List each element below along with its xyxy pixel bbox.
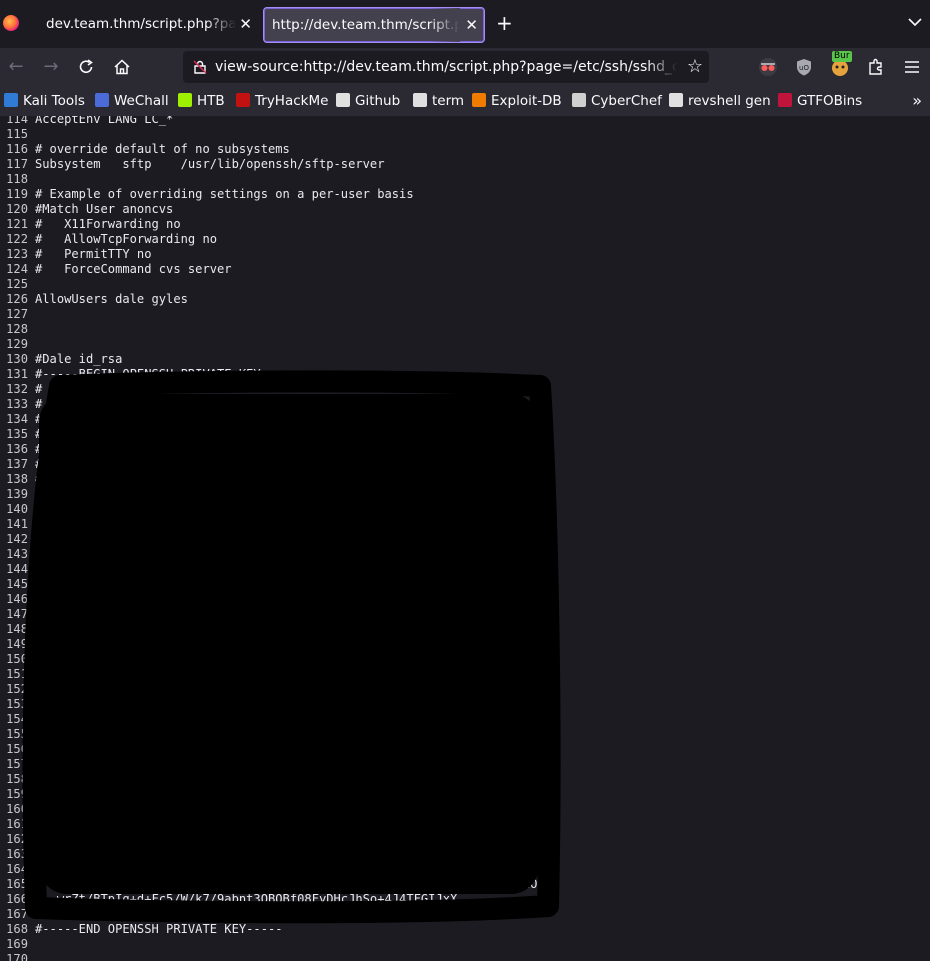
chevron-down-icon[interactable]: [906, 13, 924, 31]
bookmark-wechall[interactable]: WeChall: [95, 86, 169, 116]
tab-passwd[interactable]: dev.team.thm/script.php?page=/etc/passwd…: [28, 6, 258, 42]
htb-icon: [178, 93, 192, 107]
bookmark-gtfobins[interactable]: GTFOBins: [778, 86, 862, 116]
close-tab-icon[interactable]: ✕: [465, 8, 478, 42]
bookmarks-overflow-icon[interactable]: »: [912, 91, 922, 110]
cyberchef-icon: [572, 93, 586, 107]
bookmark-label: TryHackMe: [255, 93, 329, 109]
new-tab-button[interactable]: +: [496, 11, 513, 35]
redaction-scribble: [22, 370, 561, 924]
bookmark-label: HTB: [197, 93, 225, 109]
bookmark-htb[interactable]: HTB: [178, 86, 225, 116]
bookmark-label: Github: [355, 93, 401, 109]
bookmark-cyberchef[interactable]: CyberChef: [572, 86, 662, 116]
bookmark-star-icon[interactable]: ☆: [687, 57, 703, 77]
bookmark-term[interactable]: term: [413, 86, 464, 116]
exploitdb-icon: [472, 93, 486, 107]
gtfobins-icon: [778, 93, 792, 107]
tab-title: dev.team.thm/script.php?page=/etc/passwd: [46, 6, 236, 42]
close-tab-icon[interactable]: ✕: [239, 6, 252, 42]
bookmark-label: revshell gen: [688, 93, 771, 109]
skull-icon: [669, 93, 683, 107]
bookmark-label: Exploit-DB: [491, 93, 562, 109]
extensions-puzzle-icon[interactable]: [866, 57, 886, 77]
svg-text:uO: uO: [799, 64, 809, 72]
github-icon: [336, 93, 350, 107]
ublock-origin-icon[interactable]: uO: [794, 57, 814, 77]
tab-title: http://dev.team.thm/script.php?page=/etc…: [272, 8, 460, 42]
incognito-extension-icon[interactable]: [758, 57, 778, 77]
reload-icon[interactable]: [76, 57, 96, 77]
bookmark-kali-tools[interactable]: Kali Tools: [4, 86, 85, 116]
bookmark-revshell-gen[interactable]: revshell gen: [669, 86, 771, 116]
navigation-toolbar: ← → view-source:http://dev.team.thm/scri…: [0, 48, 930, 86]
menu-hamburger-icon[interactable]: [902, 57, 922, 77]
term-icon: [413, 93, 427, 107]
bookmark-label: Kali Tools: [23, 93, 85, 109]
tab-strip: dev.team.thm/script.php?page=/etc/passwd…: [0, 0, 930, 48]
tab-sshd-config[interactable]: http://dev.team.thm/script.php?page=/etc…: [263, 7, 485, 43]
bookmark-label: CyberChef: [591, 93, 662, 109]
forward-arrow-icon[interactable]: →: [39, 55, 63, 79]
tryhackme-icon: [236, 93, 250, 107]
bookmark-tryhackme[interactable]: TryHackMe: [236, 86, 328, 116]
page-info-icon[interactable]: [192, 59, 208, 75]
wechall-icon: [95, 93, 109, 107]
bookmark-label: term: [432, 93, 465, 109]
url-text[interactable]: view-source:http://dev.team.thm/script.p…: [215, 51, 677, 83]
bookmark-label: GTFOBins: [797, 93, 863, 109]
firefox-icon[interactable]: [3, 15, 19, 31]
bookmark-github[interactable]: Github: [336, 86, 400, 116]
bookmark-label: WeChall: [114, 93, 169, 109]
bookmarks-toolbar: » Kali Tools WeChall HTB TryHackMe Github ter…: [0, 86, 930, 116]
bookmark-exploit-db[interactable]: Exploit-DB: [472, 86, 562, 116]
home-icon[interactable]: [112, 57, 132, 77]
burp-badge: Bur: [832, 51, 852, 62]
back-arrow-icon[interactable]: ←: [4, 55, 28, 79]
view-source-content: 114 AcceptEnv LANG LC_* 115 116 # override d…: [0, 116, 930, 961]
kali-icon: [4, 93, 18, 107]
url-bar[interactable]: view-source:http://dev.team.thm/script.p…: [183, 51, 709, 83]
